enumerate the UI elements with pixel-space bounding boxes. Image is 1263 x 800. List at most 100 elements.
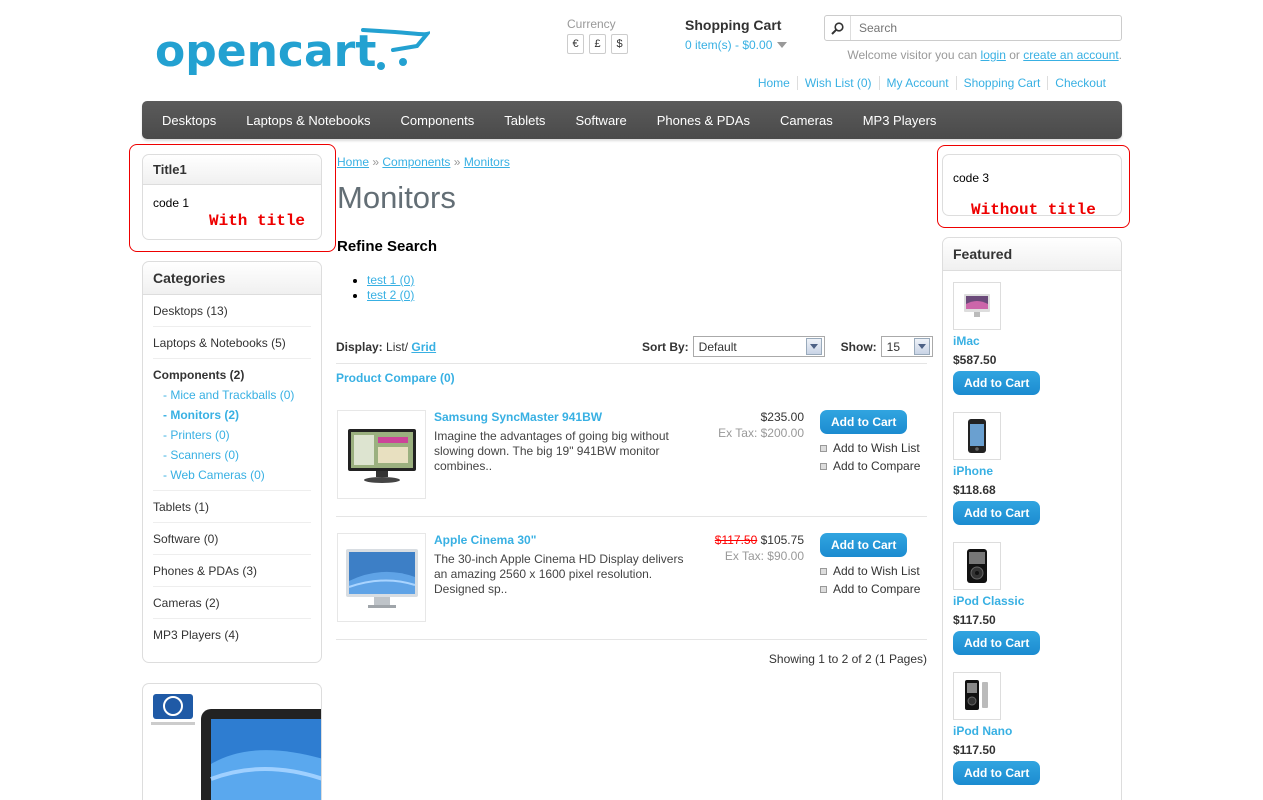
home-link[interactable]: Home	[751, 76, 797, 90]
create-account-link[interactable]: create an account	[1023, 48, 1118, 62]
refine-link-test1[interactable]: test 1 (0)	[367, 273, 414, 287]
subcategory-mice[interactable]: - Mice and Trackballs (0)	[153, 388, 311, 402]
featured-image-ipod-nano[interactable]	[953, 672, 1001, 720]
subcategory-scanners[interactable]: - Scanners (0)	[153, 448, 311, 462]
search-icon[interactable]	[825, 16, 851, 40]
breadcrumb: Home » Components » Monitors	[337, 155, 510, 169]
show-label: Show:	[840, 339, 877, 354]
product-description: The 30-inch Apple Cinema HD Display deli…	[434, 552, 684, 596]
featured-price: $587.50	[953, 353, 997, 367]
menu-item-components[interactable]: Components	[386, 113, 490, 128]
category-cameras[interactable]: Cameras (2)	[153, 587, 311, 619]
category-components[interactable]: Components (2) - Mice and Trackballs (0)…	[153, 359, 311, 491]
product-actions: Add to Cart Add to Wish List Add to Comp…	[820, 410, 920, 477]
wishlist-label[interactable]: Add to Wish List	[833, 441, 920, 455]
add-to-compare-link[interactable]: Add to Compare	[820, 459, 920, 473]
display-list: List	[386, 340, 405, 354]
product-image-samsung[interactable]	[337, 410, 426, 499]
currency-pound-button[interactable]: £	[589, 34, 606, 54]
opencart-logo[interactable]: opencart	[155, 22, 433, 78]
compare-label[interactable]: Add to Compare	[833, 582, 920, 596]
featured-image-iphone[interactable]	[953, 412, 1001, 460]
wishlist-link[interactable]: Wish List (0)	[796, 76, 879, 90]
featured-image-imac[interactable]	[953, 282, 1001, 330]
category-software[interactable]: Software (0)	[153, 523, 311, 555]
breadcrumb-components[interactable]: Components	[382, 155, 450, 169]
sort-select[interactable]: Default	[692, 336, 825, 357]
featured-name-ipod-classic[interactable]: iPod Classic	[953, 594, 1111, 608]
subcategory-webcams[interactable]: - Web Cameras (0)	[153, 468, 311, 482]
menu-item-phones[interactable]: Phones & PDAs	[642, 113, 765, 128]
display-grid-link[interactable]: Grid	[411, 340, 436, 354]
product-name-apple-cinema[interactable]: Apple Cinema 30"	[434, 533, 536, 547]
sort-label: Sort By:	[642, 339, 689, 354]
subcategory-monitors[interactable]: - Monitors (2)	[153, 408, 311, 422]
add-to-compare-link[interactable]: Add to Compare	[820, 582, 920, 596]
add-to-cart-button[interactable]: Add to Cart	[953, 371, 1041, 395]
menu-item-mp3[interactable]: MP3 Players	[848, 113, 952, 128]
featured-name-imac[interactable]: iMac	[953, 334, 1111, 348]
add-to-cart-button[interactable]: Add to Cart	[820, 410, 908, 434]
add-to-cart-button[interactable]: Add to Cart	[820, 533, 908, 557]
wishlist-label[interactable]: Add to Wish List	[833, 564, 920, 578]
product-compare-link[interactable]: Product Compare (0)	[336, 371, 455, 385]
breadcrumb-home[interactable]: Home	[337, 155, 369, 169]
currency-dollar-button[interactable]: $	[611, 34, 628, 54]
hp-banner[interactable]	[142, 683, 322, 800]
show-value: 15	[886, 339, 901, 354]
chevron-down-icon[interactable]	[805, 338, 822, 355]
menu-item-software[interactable]: Software	[560, 113, 641, 128]
shopping-cart-link[interactable]: Shopping Cart	[955, 76, 1048, 90]
menu-item-desktops[interactable]: Desktops	[147, 113, 231, 128]
page-title: Monitors	[337, 180, 456, 215]
header-cart[interactable]: Shopping Cart 0 item(s) - $0.00	[685, 17, 788, 52]
divider	[336, 639, 927, 640]
bullet-icon	[820, 462, 827, 470]
category-phones[interactable]: Phones & PDAs (3)	[153, 555, 311, 587]
cart-total[interactable]: 0 item(s) - $0.00	[685, 38, 788, 52]
featured-price: $118.68	[953, 483, 996, 497]
hp-banner-image	[151, 694, 321, 800]
breadcrumb-monitors[interactable]: Monitors	[464, 155, 510, 169]
featured-price: $117.50	[953, 613, 996, 627]
category-laptops[interactable]: Laptops & Notebooks (5)	[153, 327, 311, 359]
add-to-cart-button[interactable]: Add to Cart	[953, 631, 1041, 655]
welcome-suffix: .	[1118, 48, 1122, 62]
category-desktops[interactable]: Desktops (13)	[153, 295, 311, 327]
checkout-link[interactable]: Checkout	[1047, 76, 1113, 90]
featured-image-ipod-classic[interactable]	[953, 542, 1001, 590]
add-to-cart-button[interactable]: Add to Cart	[953, 501, 1041, 525]
display-toggle: Display: List/ Grid	[336, 340, 436, 354]
refine-search-heading: Refine Search	[337, 238, 438, 255]
welcome-text: Welcome visitor you can login or create …	[847, 48, 1122, 62]
price-ex-tax: Ex Tax: $200.00	[718, 426, 804, 440]
subcategory-printers[interactable]: - Printers (0)	[153, 428, 311, 442]
add-to-wishlist-link[interactable]: Add to Wish List	[820, 441, 920, 455]
category-tablets[interactable]: Tablets (1)	[153, 491, 311, 523]
show-select[interactable]: 15	[880, 336, 933, 357]
product-price: $117.50 $105.75 Ex Tax: $90.00	[694, 533, 804, 563]
login-link[interactable]: login	[981, 48, 1006, 62]
featured-name-iphone[interactable]: iPhone	[953, 464, 1111, 478]
product-name-samsung[interactable]: Samsung SyncMaster 941BW	[434, 410, 602, 424]
add-to-cart-button[interactable]: Add to Cart	[953, 761, 1041, 785]
menu-item-cameras[interactable]: Cameras	[765, 113, 848, 128]
search-input[interactable]	[851, 21, 1111, 35]
bullet-icon	[820, 585, 827, 593]
menu-item-tablets[interactable]: Tablets	[489, 113, 560, 128]
my-account-link[interactable]: My Account	[878, 76, 956, 90]
refine-link-test2[interactable]: test 2 (0)	[367, 288, 414, 302]
add-to-wishlist-link[interactable]: Add to Wish List	[820, 564, 920, 578]
chevron-down-icon[interactable]	[777, 42, 788, 48]
currency-euro-button[interactable]: €	[567, 34, 584, 54]
display-label: Display:	[336, 340, 383, 354]
compare-label[interactable]: Add to Compare	[833, 459, 920, 473]
category-mp3[interactable]: MP3 Players (4)	[153, 619, 311, 650]
menu-item-laptops[interactable]: Laptops & Notebooks	[231, 113, 385, 128]
category-components-label[interactable]: Components (2)	[153, 368, 311, 382]
chevron-down-icon[interactable]	[913, 338, 930, 355]
cart-total-text[interactable]: 0 item(s) - $0.00	[685, 38, 772, 52]
main-menu: Desktops Laptops & Notebooks Components …	[142, 101, 1122, 139]
featured-name-ipod-nano[interactable]: iPod Nano	[953, 724, 1111, 738]
product-image-apple-cinema[interactable]	[337, 533, 426, 622]
